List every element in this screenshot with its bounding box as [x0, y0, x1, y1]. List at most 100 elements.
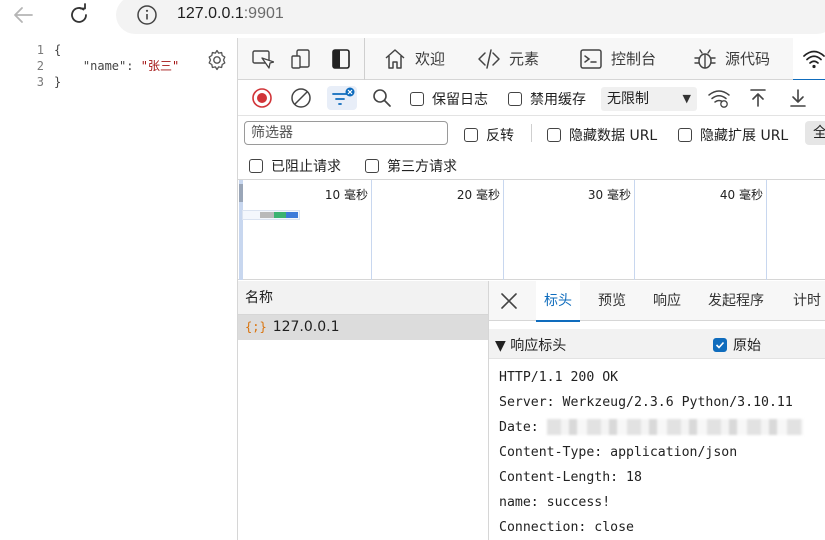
tab-label: 控制台: [611, 50, 657, 68]
throttling-select[interactable]: 无限制 ▼: [601, 87, 697, 111]
timeline-label: 30 毫秒: [587, 188, 631, 202]
network-settings-icon: [708, 90, 730, 108]
filter-bar-secondary: 已阻止请求 第三方请求: [238, 150, 825, 180]
hide-extension-urls-checkbox[interactable]: 隐藏扩展 URL: [678, 125, 788, 145]
raw-toggle[interactable]: 原始: [713, 335, 761, 355]
invert-label: 反转: [486, 128, 514, 144]
home-icon: [385, 48, 405, 69]
request-details: 标头 预览 响应 发起程序 计时 ▼ 响应标头 原始 HTTP/1.1 200 …: [489, 281, 825, 540]
request-bar-waiting: [260, 212, 274, 218]
checkbox-box[interactable]: [464, 128, 478, 142]
filter-toggle-button[interactable]: [327, 86, 357, 110]
export-har-button[interactable]: [786, 86, 810, 110]
disable-cache-checkbox[interactable]: 禁用缓存: [508, 89, 586, 109]
record-icon: [252, 88, 272, 108]
tab-response[interactable]: 响应: [653, 281, 681, 321]
checkbox-box[interactable]: [508, 92, 522, 106]
network-conditions-button[interactable]: [707, 86, 731, 110]
raw-label: 原始: [733, 338, 761, 354]
blocked-requests-label: 已阻止请求: [271, 159, 341, 175]
third-party-checkbox[interactable]: 第三方请求: [365, 156, 457, 176]
section-title[interactable]: ▼ 响应标头: [495, 335, 566, 355]
json-icon: {;}: [245, 320, 267, 334]
checkbox-box[interactable]: [249, 159, 263, 173]
timeline-overview[interactable]: 10 毫秒 20 毫秒 30 毫秒 40 毫秒: [238, 180, 825, 280]
search-button[interactable]: [370, 86, 394, 110]
tab-headers[interactable]: 标头: [536, 281, 580, 322]
network-toolbar: 保留日志 禁用缓存 无限制 ▼: [238, 80, 825, 116]
json-code: { "name": "张三"}: [54, 42, 179, 90]
timeline-gridline: [634, 180, 635, 280]
preserve-log-checkbox[interactable]: 保留日志: [410, 89, 488, 109]
tab-welcome[interactable]: 欢迎: [383, 38, 445, 79]
json-colon: :: [126, 59, 141, 73]
hide-data-urls-label: 隐藏数据 URL: [569, 128, 658, 144]
redacted-date-value: [546, 419, 803, 435]
clear-button[interactable]: [289, 86, 313, 110]
line-number: 3: [36, 75, 44, 89]
tab-network[interactable]: [793, 38, 825, 81]
request-bar-ttfb: [274, 212, 286, 218]
import-har-button[interactable]: [746, 86, 770, 110]
request-row[interactable]: {;} 127.0.0.1: [238, 315, 488, 340]
url-text[interactable]: 127.0.0.1:9901: [177, 5, 284, 23]
timeline-label: 40 毫秒: [719, 188, 763, 202]
dock-side-icon[interactable]: [329, 47, 353, 71]
line-number-gutter: 1 2 3: [0, 42, 44, 90]
tab-preview[interactable]: 预览: [598, 281, 626, 321]
record-button[interactable]: [250, 86, 274, 110]
json-open-brace: {: [54, 43, 62, 57]
type-filter-all[interactable]: 全: [805, 121, 825, 145]
tab-sources[interactable]: 源代码: [693, 38, 770, 79]
throttling-value: 无限制: [607, 91, 649, 107]
inspect-element-icon[interactable]: [250, 47, 274, 71]
url-port: :9901: [243, 5, 284, 22]
tab-initiator[interactable]: 发起程序: [708, 281, 764, 321]
url-host: 127.0.0.1: [177, 5, 244, 22]
page-content: 1 2 3 { "name": "张三"}: [0, 38, 238, 540]
checkbox-box[interactable]: [410, 92, 424, 106]
tab-label: 欢迎: [415, 50, 446, 68]
blocked-requests-checkbox[interactable]: 已阻止请求: [249, 156, 341, 176]
checkbox-box[interactable]: [547, 128, 561, 142]
filter-separator: [531, 124, 532, 142]
arrow-left-icon: [14, 7, 33, 23]
devtools-panel: 欢迎 元素 控制台 源代码 保留日志 禁用缓存 无限制 ▼ 筛选器 反转 隐藏数…: [238, 38, 825, 540]
header-line: Date:: [499, 415, 803, 440]
tab-timing[interactable]: 计时: [793, 281, 821, 321]
timeline-range-grip[interactable]: [239, 184, 243, 202]
header-line: Connection: close: [499, 520, 634, 535]
name-column-header[interactable]: 名称: [238, 281, 488, 315]
header-line: HTTP/1.1 200 OK: [499, 370, 619, 385]
tab-label: 标头: [544, 293, 572, 309]
filter-input[interactable]: 筛选器: [244, 121, 448, 145]
gear-icon[interactable]: [205, 48, 229, 72]
bug-icon: [694, 48, 716, 69]
checkbox-checked[interactable]: [713, 338, 727, 352]
json-close-brace: }: [54, 75, 62, 89]
header-line: Content-Type: application/json: [499, 445, 738, 460]
hide-data-urls-checkbox[interactable]: 隐藏数据 URL: [547, 125, 657, 145]
close-details-button[interactable]: [499, 291, 519, 311]
line-number: 2: [36, 59, 44, 73]
response-headers-section[interactable]: ▼ 响应标头 原始: [489, 329, 825, 359]
wifi-icon: [803, 50, 825, 69]
close-icon: [501, 293, 517, 309]
json-value: "张三": [140, 59, 180, 73]
json-key: "name": [82, 59, 127, 73]
checkbox-box[interactable]: [365, 159, 379, 173]
timeline-label: 20 毫秒: [456, 188, 500, 202]
header-line: Content-Length: 18: [499, 470, 642, 485]
reload-button[interactable]: [66, 2, 92, 28]
site-info-icon[interactable]: [136, 4, 158, 26]
timeline-label: 10 毫秒: [324, 188, 368, 202]
device-emulation-icon[interactable]: [289, 47, 313, 71]
header-line: name: success!: [499, 495, 611, 510]
tab-label: 元素: [509, 50, 540, 68]
tab-console[interactable]: 控制台: [579, 38, 656, 79]
tab-elements[interactable]: 元素: [477, 38, 539, 79]
checkbox-box[interactable]: [678, 128, 692, 142]
back-button[interactable]: [10, 4, 36, 26]
filter-icon: [332, 87, 355, 105]
invert-checkbox[interactable]: 反转: [464, 125, 514, 145]
